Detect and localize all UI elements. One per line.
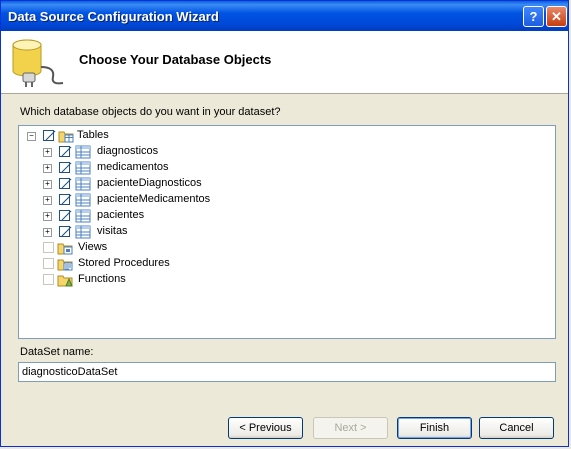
expand-icon[interactable]: + xyxy=(43,164,52,173)
database-objects-tree[interactable]: − Tables + diagnosticos + medicamentos +… xyxy=(18,125,556,339)
table-icon xyxy=(75,209,91,223)
dataset-name-label: DataSet name: xyxy=(20,346,94,358)
tree-label-table: pacienteDiagnosticos xyxy=(97,177,202,189)
previous-button[interactable]: < Previous xyxy=(228,417,303,439)
tree-label-table: medicamentos xyxy=(97,161,169,173)
table-checkbox[interactable] xyxy=(59,178,70,189)
stored-procedures-folder-icon xyxy=(57,259,73,271)
functions-checkbox[interactable] xyxy=(43,274,54,285)
expand-icon[interactable]: + xyxy=(43,180,52,189)
table-icon xyxy=(75,161,91,175)
expand-icon[interactable]: + xyxy=(43,228,52,237)
table-icon xyxy=(75,145,91,159)
close-button[interactable]: ✕ xyxy=(546,6,567,27)
tree-label-table: pacientes xyxy=(97,209,145,221)
table-checkbox[interactable] xyxy=(59,226,70,237)
expand-icon[interactable]: + xyxy=(43,196,52,205)
table-icon xyxy=(75,177,91,191)
tree-label-views: Views xyxy=(78,241,108,253)
stored-procedures-checkbox[interactable] xyxy=(43,258,54,269)
table-checkbox[interactable] xyxy=(59,210,70,221)
page-title: Choose Your Database Objects xyxy=(79,52,272,67)
collapse-icon[interactable]: − xyxy=(27,132,36,141)
tree-label-tables: Tables xyxy=(77,129,109,141)
functions-folder-icon xyxy=(57,275,73,287)
finish-button[interactable]: Finish xyxy=(397,417,472,439)
tree-label-table: diagnosticos xyxy=(97,145,159,157)
table-icon xyxy=(75,193,91,207)
views-folder-icon xyxy=(57,243,73,255)
window-title: Data Source Configuration Wizard xyxy=(8,9,219,24)
cancel-button[interactable]: Cancel xyxy=(479,417,554,439)
objects-prompt: Which database objects do you want in yo… xyxy=(20,106,281,118)
dataset-name-input[interactable] xyxy=(18,362,556,382)
expand-icon[interactable]: + xyxy=(43,148,52,157)
table-checkbox[interactable] xyxy=(59,194,70,205)
tree-label-table: visitas xyxy=(97,225,128,237)
tree-label-functions: Functions xyxy=(78,273,126,285)
expand-icon[interactable]: + xyxy=(43,212,52,221)
wizard-window: Data Source Configuration Wizard ? ✕ Cho… xyxy=(0,0,569,447)
tree-label-stored-procedures: Stored Procedures xyxy=(78,257,170,269)
tables-checkbox[interactable] xyxy=(43,130,54,141)
tree-label-table: pacienteMedicamentos xyxy=(97,193,211,205)
table-checkbox[interactable] xyxy=(59,146,70,157)
views-checkbox[interactable] xyxy=(43,242,54,253)
next-button[interactable]: Next > xyxy=(313,417,388,439)
tables-folder-icon xyxy=(58,131,74,143)
title-bar[interactable]: Data Source Configuration Wizard ? ✕ xyxy=(1,1,568,31)
wizard-header: Choose Your Database Objects xyxy=(1,31,568,94)
help-button[interactable]: ? xyxy=(523,6,544,27)
database-plug-icon xyxy=(12,39,64,87)
table-icon xyxy=(75,225,91,239)
table-checkbox[interactable] xyxy=(59,162,70,173)
